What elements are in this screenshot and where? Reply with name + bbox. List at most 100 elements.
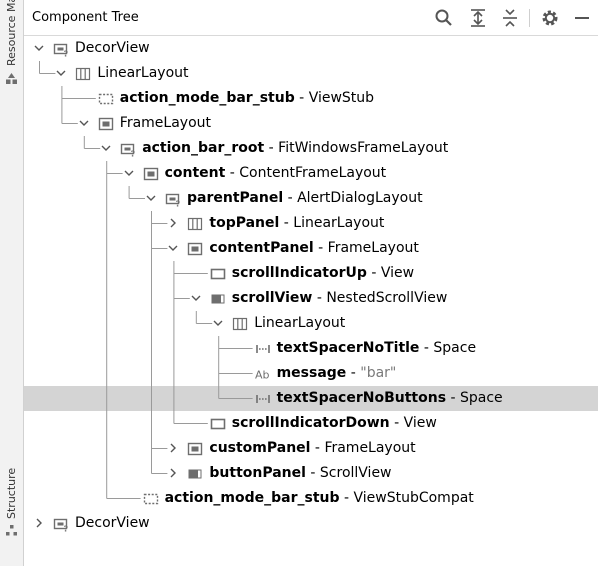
chevron-down-icon[interactable]: [190, 292, 202, 304]
component-id: textSpacerNoTitle: [276, 340, 420, 356]
tree-row-label: textSpacerNoTitle - Space: [277, 339, 476, 357]
tree-row-label: parentPanel - AlertDialogLayout: [187, 189, 423, 207]
component-id: textSpacerNoButtons: [276, 390, 447, 406]
linear-layout-icon: [233, 317, 248, 331]
structure-icon[interactable]: [5, 524, 18, 537]
text-view-icon: Ab: [255, 369, 270, 382]
tree-row-label: message - "bar": [277, 364, 397, 382]
tree-row-action_mode_bar_stub[interactable]: action_mode_bar_stub - ViewStub: [24, 86, 598, 111]
component-id: FrameLayout: [119, 115, 212, 131]
tree-row-label: topPanel - LinearLayout: [209, 214, 384, 232]
tree-row-content[interactable]: content - ContentFrameLayout: [24, 161, 598, 186]
chevron-down-icon[interactable]: [100, 142, 112, 154]
component-type: ContentFrameLayout: [239, 165, 387, 181]
tree-row-parentPanel[interactable]: ? parentPanel - AlertDialogLayout: [24, 186, 598, 211]
separator: -: [264, 140, 279, 156]
chevron-right-icon[interactable]: [167, 442, 179, 454]
tree-row-topPanel[interactable]: topPanel - LinearLayout: [24, 211, 598, 236]
separator: -: [446, 390, 460, 406]
chevron-down-icon[interactable]: [167, 242, 179, 254]
tree-row-buttonPanel[interactable]: buttonPanel - ScrollView: [24, 461, 598, 486]
chevron-right-icon[interactable]: [33, 517, 45, 529]
tree-row-customPanel[interactable]: customPanel - FrameLayout: [24, 436, 598, 461]
tree-row-label: FrameLayout: [120, 114, 211, 132]
tree-row-label: customPanel - FrameLayout: [209, 439, 415, 457]
component-id: action_mode_bar_stub: [164, 490, 340, 506]
chevron-down-icon[interactable]: [145, 192, 157, 204]
scroll-view-icon: [188, 469, 202, 479]
view-stub-icon: [98, 93, 113, 105]
component-type: ViewStub: [308, 90, 375, 106]
frame-layout-icon: [188, 242, 203, 256]
tree-row-scrollIndicatorUp[interactable]: scrollIndicatorUp - View: [24, 261, 598, 286]
tree-row-label: action_mode_bar_stub - ViewStub: [120, 89, 374, 107]
expand-all-icon[interactable]: [468, 8, 488, 28]
tree-row-label: scrollView - NestedScrollView: [232, 289, 448, 307]
decor-view-icon: ?: [53, 43, 69, 58]
separator: -: [346, 365, 361, 381]
scroll-view-icon: [211, 294, 225, 304]
resource-manager-icon[interactable]: [5, 72, 18, 85]
component-type: LinearLayout: [293, 215, 385, 231]
tree-row-message[interactable]: Ab message - "bar": [24, 361, 598, 386]
chevron-down-icon[interactable]: [78, 117, 90, 129]
resource-manager-tab[interactable]: Resource Manager: [5, 0, 18, 66]
tree-row-scrollIndicatorDown[interactable]: scrollIndicatorDown - View: [24, 411, 598, 436]
structure-tab[interactable]: Structure: [5, 465, 18, 519]
chevron-down-icon[interactable]: [212, 317, 224, 329]
chevron-right-icon[interactable]: [167, 467, 179, 479]
tree-row-DecorView[interactable]: ? DecorView: [24, 36, 598, 61]
minimize-icon[interactable]: [572, 8, 592, 28]
tree-row-textSpacerNoButtons[interactable]: textSpacerNoButtons - Space: [24, 386, 598, 411]
collapse-all-icon[interactable]: [500, 8, 520, 28]
tree-row-label: scrollIndicatorUp - View: [232, 264, 414, 282]
tree-row-LinearLayout[interactable]: LinearLayout: [24, 61, 598, 86]
svg-text:?: ?: [64, 525, 69, 533]
separator: -: [283, 190, 298, 206]
view-stub-icon: [143, 493, 158, 505]
component-type: View: [380, 265, 415, 281]
separator: -: [310, 440, 325, 456]
tree-row-contentPanel[interactable]: contentPanel - FrameLayout: [24, 236, 598, 261]
chevron-down-icon[interactable]: [123, 167, 135, 179]
tree-row-label: action_mode_bar_stub - ViewStubCompat: [165, 489, 474, 507]
frame-layout-icon: [143, 167, 158, 181]
component-type: FrameLayout: [327, 240, 419, 256]
component-type: ViewStubCompat: [353, 490, 474, 506]
view-icon: [210, 268, 226, 280]
component-type: ScrollView: [319, 465, 392, 481]
panel-title: Component Tree: [32, 10, 139, 25]
tree-row-label: action_bar_root - FitWindowsFrameLayout: [142, 139, 448, 157]
separator: -: [339, 490, 354, 506]
chevron-down-icon[interactable]: [55, 67, 67, 79]
tree-row-LinearLayout[interactable]: LinearLayout: [24, 311, 598, 336]
separator: -: [305, 465, 320, 481]
component-id: buttonPanel: [209, 465, 306, 481]
separator: -: [312, 290, 327, 306]
tree-row-label: buttonPanel - ScrollView: [209, 464, 391, 482]
tree-row-DecorView[interactable]: ? DecorView: [24, 511, 598, 536]
component-type: View: [403, 415, 437, 431]
tree-row-label: textSpacerNoButtons - Space: [277, 389, 503, 407]
component-type: Space: [459, 390, 503, 406]
view-icon: [210, 418, 226, 430]
component-id: message: [276, 365, 347, 381]
gear-icon[interactable]: [540, 8, 560, 28]
tree-row-scrollView[interactable]: scrollView - NestedScrollView: [24, 286, 598, 311]
tree-row-action_mode_bar_stub[interactable]: action_mode_bar_stub - ViewStubCompat: [24, 486, 598, 511]
component-type: FitWindowsFrameLayout: [278, 140, 449, 156]
chevron-down-icon[interactable]: [33, 42, 45, 54]
tree-row-action_bar_root[interactable]: ? action_bar_root - FitWindowsFrameLayout: [24, 136, 598, 161]
component-id: DecorView: [75, 515, 150, 531]
space-icon: [255, 395, 270, 403]
svg-text:?: ?: [131, 150, 136, 158]
search-icon[interactable]: [434, 8, 454, 28]
component-tree: ? DecorView LinearLayout action_mode_bar_st…: [24, 36, 598, 566]
separator: -: [366, 265, 381, 281]
chevron-right-icon[interactable]: [167, 217, 179, 229]
separator: -: [225, 165, 240, 181]
svg-text:?: ?: [64, 50, 69, 58]
tree-row-textSpacerNoTitle[interactable]: textSpacerNoTitle - Space: [24, 336, 598, 361]
component-id: scrollIndicatorUp: [231, 265, 367, 281]
tree-row-FrameLayout[interactable]: FrameLayout: [24, 111, 598, 136]
